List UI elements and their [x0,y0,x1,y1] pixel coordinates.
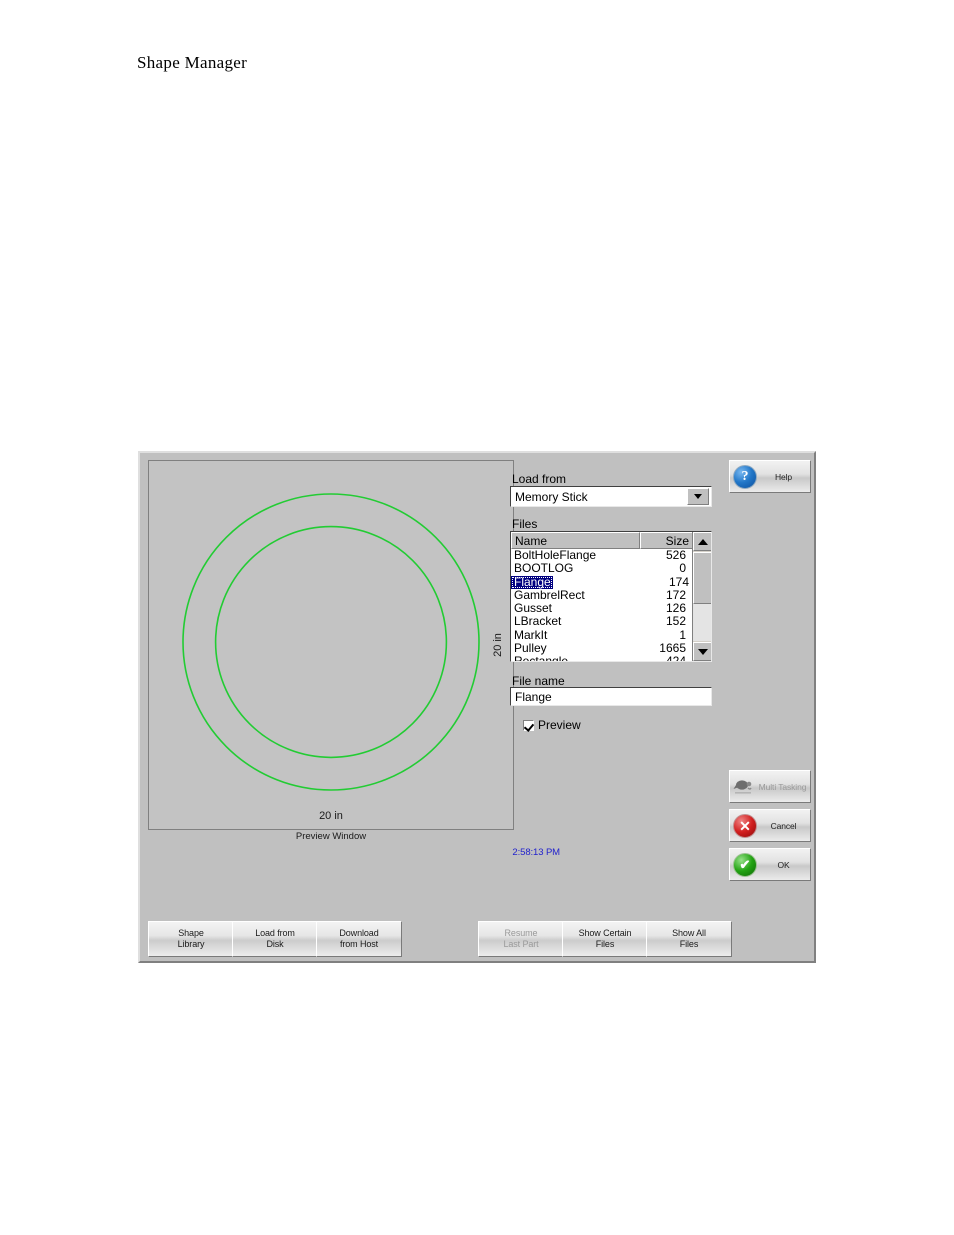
file-name-label: File name [512,674,565,688]
multi-tasking-button[interactable]: Multi Tasking [729,770,811,803]
shape-manager-dialog: 20 in 20 in Preview Window 2:58:13 PM Lo… [138,451,816,963]
load-from-disk-button-line1: Load from [255,928,295,938]
help-button[interactable]: ? Help [729,460,811,493]
show-all-files-button[interactable]: Show All Files [646,921,732,957]
page-title: Shape Manager [137,53,248,72]
show-all-files-button-line1: Show All [672,928,706,938]
file-size-cell: 126 [665,601,686,616]
load-from-selected-value: Memory Stick [515,489,588,504]
dimension-label-height: 20 in [492,633,505,657]
inner-circle [214,525,448,759]
red-x-icon: ✕ [733,813,757,838]
table-row[interactable]: Gusset 126 [511,601,693,616]
file-name-cell: GambrelRect [514,588,585,602]
file-size-cell: 174 [668,574,689,589]
table-row[interactable]: BoltHoleFlange 526 [511,549,693,562]
table-row[interactable]: LBracket 152 [511,614,693,629]
resume-last-part-button[interactable]: Resume Last Part [478,921,564,957]
file-name-cell: Flange [511,575,553,589]
column-header-name[interactable]: Name [511,532,640,549]
outer-circle [182,493,480,791]
table-row[interactable]: BOOTLOG 0 [511,561,693,576]
file-size-cell: 1665 [659,641,686,656]
show-certain-files-button-line1: Show Certain [578,928,632,938]
file-size-cell: 526 [665,549,686,562]
dimension-label-width: 20 in [319,810,343,822]
scrollbar-track[interactable] [693,604,711,641]
multi-tasking-button-label: Multi Tasking [758,781,807,792]
file-name-cell: LBracket [514,615,562,629]
files-scrollbar[interactable] [692,532,711,661]
preview-checkbox[interactable]: Preview [523,718,581,732]
cancel-button[interactable]: ✕ Cancel [729,809,811,842]
triangle-down-icon[interactable] [693,642,711,661]
download-from-host-button-line1: Download [339,928,379,938]
load-from-combobox[interactable]: Memory Stick [510,486,712,507]
help-button-label: Help [774,471,793,482]
file-size-cell: 172 [665,587,686,602]
preview-canvas [149,461,513,829]
ok-button[interactable]: ✔ OK [729,848,811,881]
file-name-cell: Pulley [514,642,547,656]
file-name-input[interactable] [510,687,712,706]
file-name-cell: BOOTLOG [514,562,574,576]
table-row[interactable]: GambrelRect 172 [511,587,693,602]
show-certain-files-button[interactable]: Show Certain Files [562,921,648,957]
multi-tasking-icon [733,776,755,798]
files-label: Files [512,517,538,531]
file-size-cell: 0 [679,561,686,576]
shape-library-button[interactable]: Shape Library [148,921,234,957]
file-size-cell: 152 [665,614,686,629]
checkbox-checked-icon[interactable] [523,719,534,731]
files-list-body: BoltHoleFlange 526 BOOTLOG 0 Flange 174 Gambre… [511,549,693,661]
show-certain-files-button-line2: Files [595,939,615,949]
download-from-host-button-line2: from Host [339,939,379,949]
load-from-disk-button[interactable]: Load from Disk [232,921,318,957]
chevron-down-icon[interactable] [687,488,709,505]
triangle-up-icon[interactable] [693,532,711,551]
resume-last-part-button-line2: Last Part [503,939,539,949]
file-name-cell: Gusset [514,602,553,616]
show-all-files-button-line2: Files [679,939,699,949]
question-mark-icon: ? [733,464,757,489]
shape-library-button-line2: Library [177,939,205,949]
cancel-button-label: Cancel [770,820,797,831]
file-name-cell: BoltHoleFlange [514,549,597,562]
file-name-cell: Rectangle [511,655,640,661]
ok-button-label: OK [777,859,790,870]
shape-library-button-line1: Shape [178,928,204,938]
table-row[interactable]: Flange 174 [511,574,693,589]
scrollbar-thumb[interactable] [693,552,711,604]
files-list-header: Name Size [511,532,711,549]
file-name-cell: MarkIt [514,628,548,642]
file-size-cell: 424 [640,655,690,661]
preview-window[interactable]: 20 in 20 in [148,460,514,830]
clock-display: 2:58:13 PM [512,847,560,858]
table-row[interactable]: Rectangle424 [511,655,693,661]
table-row[interactable]: Pulley 1665 [511,641,693,656]
download-from-host-button[interactable]: Download from Host [316,921,402,957]
file-size-cell: 1 [679,627,686,642]
green-check-icon: ✔ [733,852,757,877]
preview-checkbox-label: Preview [538,718,581,732]
resume-last-part-button-line1: Resume [504,928,538,938]
files-list[interactable]: Name Size BoltHoleFlange 526 BOOTLOG 0 Flang… [510,531,712,662]
load-from-label: Load from [512,472,567,486]
column-header-size[interactable]: Size [640,532,693,549]
preview-window-caption: Preview Window [295,831,367,842]
load-from-disk-button-line2: Disk [266,939,284,949]
flange-shape-drawing [182,493,480,791]
table-row[interactable]: MarkIt 1 [511,627,693,642]
